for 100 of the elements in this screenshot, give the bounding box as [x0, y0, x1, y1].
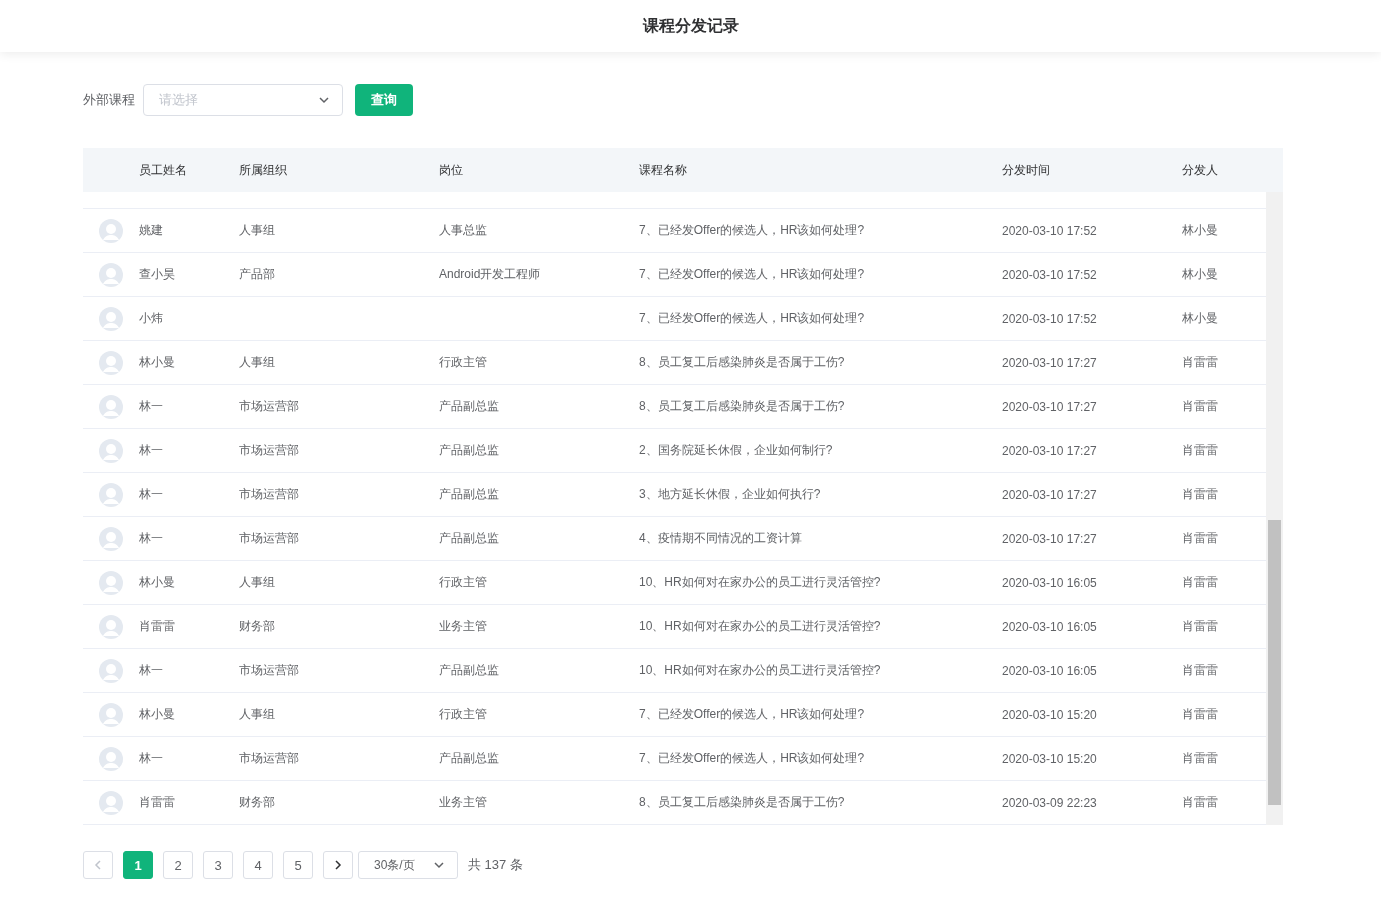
avatar-icon	[99, 614, 123, 639]
table-cell: 人事组	[239, 707, 275, 721]
table-cell: 林小曼	[139, 575, 175, 589]
column-header: 分发时间	[1002, 162, 1050, 177]
table-cell: 人事组	[239, 575, 275, 589]
table-cell: 7、已经发Offer的候选人，HR该如何处理?	[639, 267, 865, 281]
column-header: 所属组织	[239, 162, 287, 177]
table-cell: 林一	[139, 443, 163, 457]
table-cell: 2020-03-10 17:52	[1002, 311, 1097, 326]
page-size-select[interactable]: 30条/页	[358, 851, 458, 879]
table-cell: 人事总监	[439, 223, 487, 237]
table-cell: 业务主管	[439, 619, 487, 633]
table-cell: 2020-03-10 17:52	[1002, 267, 1097, 282]
table-cell: 财务部	[239, 795, 275, 809]
avatar-icon	[99, 438, 123, 463]
table-cell: 肖雷雷	[1182, 399, 1218, 413]
table-cell: 产品部	[239, 267, 275, 281]
table-cell: 3、地方延长休假，企业如何执行?	[639, 487, 821, 501]
table-cell: 8、员工复工后感染肺炎是否属于工伤?	[639, 399, 845, 413]
next-page-button[interactable]	[323, 851, 353, 879]
table-cell: Android开发工程师	[439, 267, 541, 281]
table-cell: 7、已经发Offer的候选人，HR该如何处理?	[639, 751, 865, 765]
column-header: 课程名称	[639, 162, 687, 177]
table-cell: 8、员工复工后感染肺炎是否属于工伤?	[639, 795, 845, 809]
table-cell: 林一	[139, 531, 163, 545]
table-cell: 产品副总监	[439, 751, 499, 765]
avatar-icon	[99, 526, 123, 551]
chevron-down-icon	[318, 94, 330, 106]
page-button[interactable]: 3	[203, 851, 233, 879]
table-cell: 肖雷雷	[1182, 575, 1218, 589]
table-cell: 小炜	[139, 311, 163, 325]
table-cell: 行政主管	[439, 355, 487, 369]
table-cell: 7、已经发Offer的候选人，HR该如何处理?	[639, 223, 865, 237]
chevron-down-icon	[433, 859, 445, 871]
page-button[interactable]: 4	[243, 851, 273, 879]
table-cell: 7、已经发Offer的候选人，HR该如何处理?	[639, 707, 865, 721]
table-cell: 2020-03-10 17:52	[1002, 223, 1097, 238]
scrollbar[interactable]	[1266, 192, 1283, 825]
table-cell: 市场运营部	[239, 751, 299, 765]
avatar-icon	[99, 218, 123, 243]
column-header: 分发人	[1182, 162, 1218, 177]
avatar-icon	[99, 350, 123, 375]
table-cell: 市场运营部	[239, 663, 299, 677]
avatar-icon	[99, 746, 123, 771]
table-cell: 肖雷雷	[1182, 531, 1218, 545]
table-cell: 肖雷雷	[1182, 795, 1218, 809]
table-cell: 肖雷雷	[1182, 619, 1218, 633]
total-count: 共 137 条	[468, 856, 523, 874]
column-header: 岗位	[439, 162, 463, 177]
table-cell: 林一	[139, 399, 163, 413]
table-cell: 产品副总监	[439, 443, 499, 457]
table-cell: 林一	[139, 487, 163, 501]
page-title: 课程分发记录	[642, 15, 739, 36]
table-cell: 2020-03-10 16:05	[1002, 619, 1097, 634]
filter-label: 外部课程	[83, 91, 135, 109]
table-cell: 林一	[139, 663, 163, 677]
table-cell: 2020-03-10 17:27	[1002, 399, 1097, 414]
avatar-icon	[99, 262, 123, 287]
column-header: 员工姓名	[139, 162, 187, 177]
table-cell: 人事组	[239, 355, 275, 369]
table-cell: 2020-03-10 16:05	[1002, 575, 1097, 590]
table-cell: 产品副总监	[439, 663, 499, 677]
avatar-icon	[99, 394, 123, 419]
chevron-left-icon	[92, 859, 104, 871]
table-cell: 10、HR如何对在家办公的员工进行灵活管控?	[639, 575, 881, 589]
table-cell: 查小昊	[139, 267, 175, 281]
table-cell: 林一	[139, 751, 163, 765]
table-cell: 人事组	[239, 223, 275, 237]
table-cell: 2020-03-10 17:27	[1002, 487, 1097, 502]
table-cell: 行政主管	[439, 707, 487, 721]
table-cell: 财务部	[239, 619, 275, 633]
table-cell: 2020-03-10 15:20	[1002, 707, 1097, 722]
chevron-right-icon	[332, 859, 344, 871]
avatar-icon	[99, 658, 123, 683]
table-cell: 2020-03-10 17:27	[1002, 443, 1097, 458]
table-cell: 2020-03-10 17:27	[1002, 355, 1097, 370]
table-cell: 8、员工复工后感染肺炎是否属于工伤?	[639, 355, 845, 369]
avatar-icon	[99, 702, 123, 727]
table-cell: 林小曼	[1182, 311, 1218, 325]
table-cell: 市场运营部	[239, 443, 299, 457]
page-button[interactable]: 2	[163, 851, 193, 879]
table-cell: 10、HR如何对在家办公的员工进行灵活管控?	[639, 663, 881, 677]
table-cell: 肖雷雷	[139, 619, 175, 633]
table-cell: 业务主管	[439, 795, 487, 809]
table-cell: 肖雷雷	[1182, 707, 1218, 721]
table-cell: 肖雷雷	[1182, 663, 1218, 677]
table-cell: 4、疫情期不同情况的工资计算	[639, 531, 802, 545]
page-button[interactable]: 5	[283, 851, 313, 879]
table-cell: 姚建	[139, 223, 163, 237]
table-cell: 产品副总监	[439, 531, 499, 545]
table-cell: 市场运营部	[239, 531, 299, 545]
table-cell: 肖雷雷	[1182, 487, 1218, 501]
table-cell: 7、已经发Offer的候选人，HR该如何处理?	[639, 311, 865, 325]
table-cell: 肖雷雷	[1182, 751, 1218, 765]
avatar-icon	[99, 790, 123, 815]
table-cell: 2020-03-09 22:23	[1002, 795, 1097, 810]
table-cell: 肖雷雷	[1182, 355, 1218, 369]
table-cell: 肖雷雷	[1182, 443, 1218, 457]
table-cell: 市场运营部	[239, 399, 299, 413]
table-cell: 林小曼	[1182, 267, 1218, 281]
